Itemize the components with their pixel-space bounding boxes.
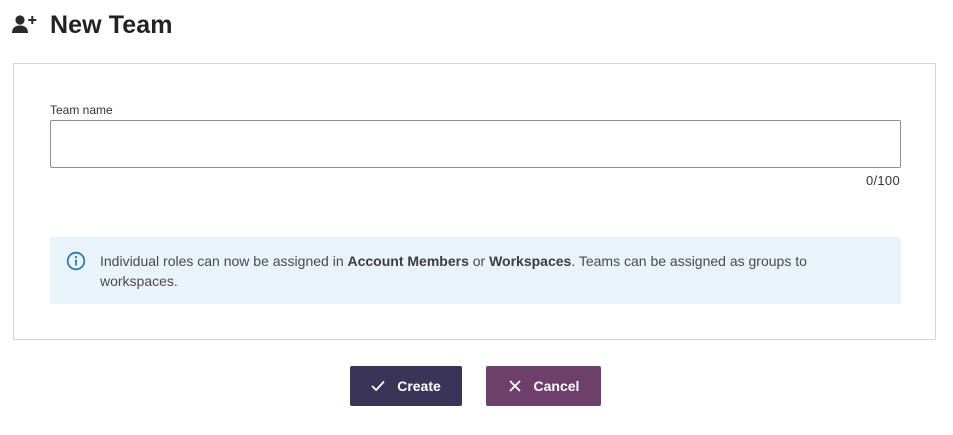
page-header: New Team xyxy=(12,8,173,42)
team-name-label: Team name xyxy=(50,103,113,117)
create-button-label: Create xyxy=(397,378,441,394)
check-icon xyxy=(371,379,385,393)
cancel-button[interactable]: Cancel xyxy=(486,366,601,406)
user-plus-icon xyxy=(12,13,40,37)
close-icon xyxy=(508,379,522,393)
info-text-before: Individual roles can now be assigned in xyxy=(100,253,348,269)
form-actions: Create Cancel xyxy=(0,366,953,406)
char-counter: 0/100 xyxy=(865,173,900,188)
workspaces-link[interactable]: Workspaces xyxy=(489,253,571,269)
page-title: New Team xyxy=(50,10,173,39)
info-banner: Individual roles can now be assigned in … xyxy=(50,237,901,304)
info-icon xyxy=(66,251,86,271)
info-text: Individual roles can now be assigned in … xyxy=(100,253,807,289)
account-members-link[interactable]: Account Members xyxy=(348,253,469,269)
create-button[interactable]: Create xyxy=(350,366,462,406)
team-form-card: Team name 0/100 Individual roles can now… xyxy=(13,63,936,340)
team-name-input[interactable] xyxy=(50,120,901,168)
info-text-or: or xyxy=(468,253,490,269)
cancel-button-label: Cancel xyxy=(533,378,580,394)
